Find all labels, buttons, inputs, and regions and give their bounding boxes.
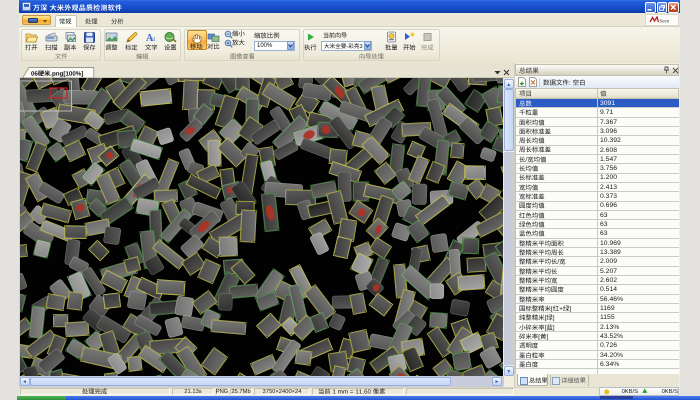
svg-text:Seen: Seen bbox=[660, 20, 670, 25]
svg-text:a: a bbox=[152, 34, 156, 43]
